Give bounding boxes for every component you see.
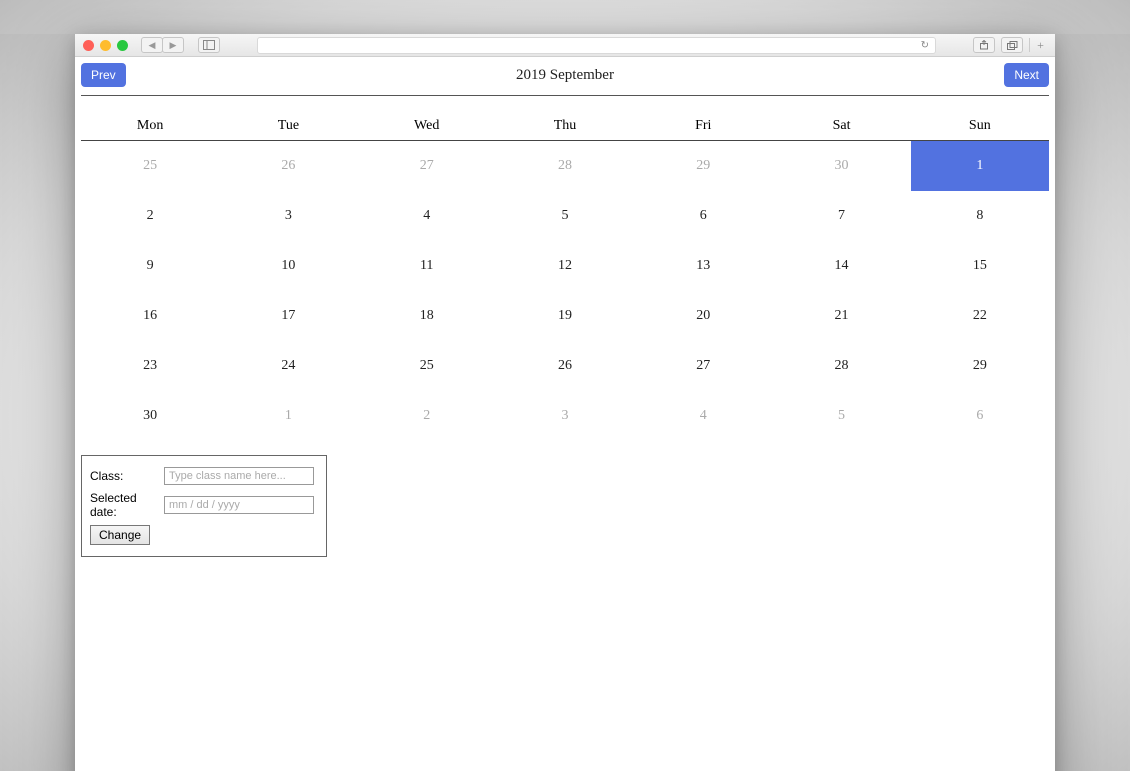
selected-date-input[interactable]: [164, 496, 314, 514]
day-cell[interactable]: 4: [358, 191, 496, 241]
weekday-cell: Sat: [772, 114, 910, 140]
day-cell[interactable]: 17: [219, 291, 357, 341]
day-cell[interactable]: 3: [219, 191, 357, 241]
day-cell[interactable]: 28: [496, 141, 634, 191]
week-row: 30123456: [81, 391, 1049, 441]
maximize-icon[interactable]: [117, 40, 128, 51]
prev-button[interactable]: Prev: [81, 63, 126, 87]
window-titlebar: ◀ ▶ ↻: [75, 34, 1055, 57]
day-cell[interactable]: 3: [496, 391, 634, 441]
calendar-grid: 2526272829301234567891011121314151617181…: [81, 141, 1049, 441]
close-icon[interactable]: [83, 40, 94, 51]
day-cell[interactable]: 10: [219, 241, 357, 291]
weekday-cell: Thu: [496, 114, 634, 140]
day-cell[interactable]: 27: [358, 141, 496, 191]
day-cell[interactable]: 12: [496, 241, 634, 291]
week-row: 2526272829301: [81, 141, 1049, 191]
month-title: 2019 September: [81, 67, 1049, 84]
share-button[interactable]: [973, 37, 995, 53]
day-cell[interactable]: 5: [496, 191, 634, 241]
back-button[interactable]: ◀: [141, 37, 163, 53]
day-cell[interactable]: 29: [911, 341, 1049, 391]
day-cell[interactable]: 15: [911, 241, 1049, 291]
tabs-button[interactable]: [1001, 37, 1023, 53]
day-cell[interactable]: 25: [81, 141, 219, 191]
day-cell[interactable]: 2: [81, 191, 219, 241]
edit-panel: Class: Selected date: Change: [81, 455, 327, 557]
class-label: Class:: [90, 464, 164, 488]
url-bar[interactable]: ↻: [257, 37, 936, 54]
week-row: 16171819202122: [81, 291, 1049, 341]
share-icon: [979, 40, 989, 50]
nav-buttons: ◀ ▶: [141, 37, 183, 53]
selected-date-label: Selected date:: [90, 488, 164, 522]
sidebar-icon: [203, 40, 215, 50]
day-cell[interactable]: 26: [496, 341, 634, 391]
day-cell[interactable]: 11: [358, 241, 496, 291]
day-cell[interactable]: 8: [911, 191, 1049, 241]
weekday-cell: Mon: [81, 114, 219, 140]
window-controls: [83, 40, 128, 51]
weekday-cell: Tue: [219, 114, 357, 140]
class-input[interactable]: [164, 467, 314, 485]
day-cell[interactable]: 19: [496, 291, 634, 341]
day-cell[interactable]: 30: [81, 391, 219, 441]
day-cell[interactable]: 9: [81, 241, 219, 291]
weekday-row: MonTueWedThuFriSatSun: [81, 114, 1049, 141]
day-cell[interactable]: 4: [634, 391, 772, 441]
new-tab-button[interactable]: +: [1029, 38, 1047, 52]
day-cell[interactable]: 1: [219, 391, 357, 441]
day-cell[interactable]: 2: [358, 391, 496, 441]
week-row: 23242526272829: [81, 341, 1049, 391]
day-cell[interactable]: 14: [772, 241, 910, 291]
weekday-cell: Sun: [911, 114, 1049, 140]
day-cell[interactable]: 18: [358, 291, 496, 341]
sidebar-toggle-button[interactable]: [198, 37, 220, 53]
day-cell[interactable]: 20: [634, 291, 772, 341]
week-row: 9101112131415: [81, 241, 1049, 291]
forward-button[interactable]: ▶: [162, 37, 184, 53]
week-row: 2345678: [81, 191, 1049, 241]
day-cell[interactable]: 29: [634, 141, 772, 191]
minimize-icon[interactable]: [100, 40, 111, 51]
day-cell[interactable]: 16: [81, 291, 219, 341]
day-cell[interactable]: 6: [634, 191, 772, 241]
day-cell[interactable]: 22: [911, 291, 1049, 341]
change-button[interactable]: Change: [90, 525, 150, 545]
day-cell[interactable]: 1: [911, 141, 1049, 191]
day-cell[interactable]: 21: [772, 291, 910, 341]
day-cell[interactable]: 6: [911, 391, 1049, 441]
day-cell[interactable]: 28: [772, 341, 910, 391]
page-content: Prev 2019 September Next MonTueWedThuFri…: [75, 57, 1055, 771]
day-cell[interactable]: 24: [219, 341, 357, 391]
reload-icon[interactable]: ↻: [921, 40, 929, 51]
day-cell[interactable]: 30: [772, 141, 910, 191]
tabs-icon: [1007, 41, 1018, 50]
day-cell[interactable]: 5: [772, 391, 910, 441]
calendar-header: Prev 2019 September Next: [81, 63, 1049, 96]
day-cell[interactable]: 7: [772, 191, 910, 241]
weekday-cell: Wed: [358, 114, 496, 140]
day-cell[interactable]: 25: [358, 341, 496, 391]
day-cell[interactable]: 26: [219, 141, 357, 191]
day-cell[interactable]: 27: [634, 341, 772, 391]
weekday-cell: Fri: [634, 114, 772, 140]
next-button[interactable]: Next: [1004, 63, 1049, 87]
day-cell[interactable]: 23: [81, 341, 219, 391]
day-cell[interactable]: 13: [634, 241, 772, 291]
